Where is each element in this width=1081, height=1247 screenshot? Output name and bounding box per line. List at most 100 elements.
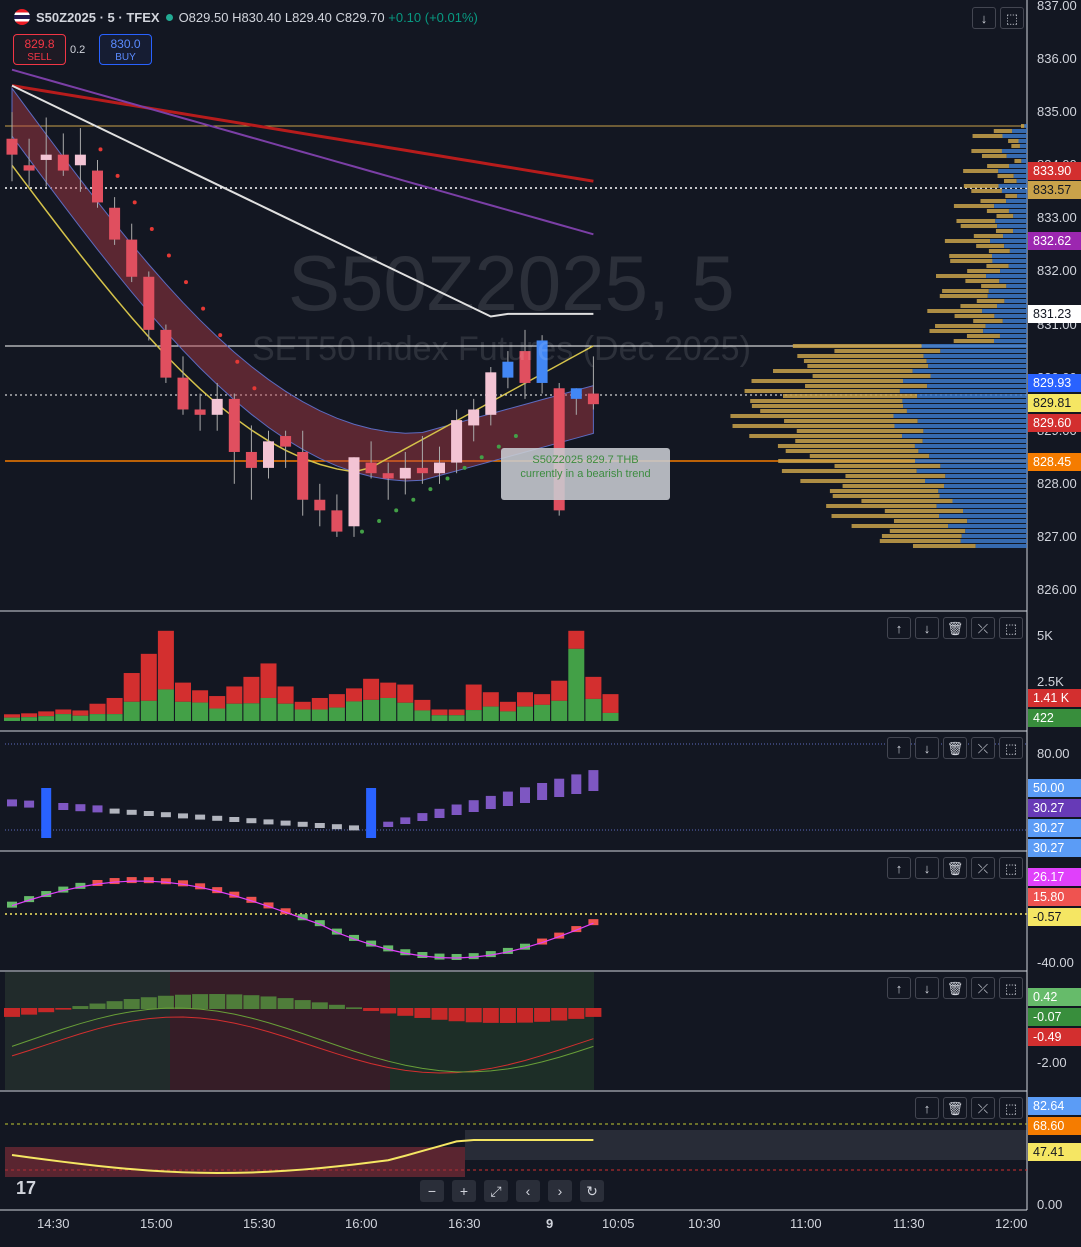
trash-icon[interactable]: 🗑 (943, 617, 967, 639)
pane5-bar (140, 997, 157, 1009)
pane3-bar (451, 804, 462, 815)
pane5-bar (89, 1003, 106, 1009)
candle-body (40, 154, 52, 160)
pane5-region (5, 972, 170, 1090)
sell-price: 829.8 (24, 37, 55, 51)
volume-bar-buy (192, 702, 209, 721)
pane3-bar (126, 809, 137, 815)
tradingview-logo[interactable]: 17 (16, 1178, 36, 1199)
trash-icon[interactable]: 🗑 (943, 977, 967, 999)
volume-profile-bar (778, 459, 916, 463)
volume-profile-bar (960, 539, 1027, 543)
maximize-icon[interactable]: ⬚ (999, 737, 1023, 759)
chevron-left-icon[interactable]: ‹ (516, 1180, 540, 1202)
expand-icon[interactable]: ⤢ (484, 1180, 508, 1202)
minus-icon[interactable]: − (420, 1180, 444, 1202)
time-tick: 16:00 (345, 1216, 378, 1231)
trail-dot (184, 280, 188, 285)
candle-body (263, 441, 274, 468)
volume-profile-bar (991, 254, 1027, 258)
volume-profile-bar (917, 419, 1027, 423)
volume-profile-bar (939, 494, 1027, 498)
arrow-down-icon[interactable]: ↓ (915, 857, 939, 879)
volume-bar-buy (4, 717, 20, 721)
sell-label: SELL (27, 52, 52, 63)
volume-profile-bar (792, 344, 922, 348)
volume-profile-bar (986, 264, 1009, 268)
maximize-icon[interactable]: ⬚ (1000, 7, 1024, 29)
maximize-icon[interactable]: ⬚ (999, 857, 1023, 879)
volume-profile-bar (998, 169, 1027, 173)
chevron-right-icon[interactable]: › (548, 1180, 572, 1202)
candle-body (6, 138, 18, 155)
volume-profile-bar (1016, 179, 1027, 183)
volume-profile-bar (936, 274, 987, 278)
arrow-up-icon[interactable]: ↑ (887, 857, 911, 879)
pane3-bar (417, 813, 428, 821)
volume-bar-sell (380, 682, 397, 698)
volume-profile-bar (940, 349, 1027, 353)
collapse-icon[interactable]: ⤫ (971, 1097, 995, 1119)
collapse-icon[interactable]: ⤫ (971, 617, 995, 639)
maximize-icon[interactable]: ⬚ (999, 977, 1023, 999)
pane4-bar (160, 878, 171, 885)
volume-bar-sell (448, 709, 465, 716)
arrow-down-icon[interactable]: ↓ (915, 737, 939, 759)
pane5-bar (106, 1001, 123, 1009)
volume-profile-bar (1008, 139, 1019, 143)
maximize-icon[interactable]: ⬚ (999, 1097, 1023, 1119)
pane3-bar (349, 825, 359, 831)
volume-profile-bar (960, 304, 998, 308)
volume-profile-bar (1019, 144, 1027, 148)
volume-profile-bar (902, 399, 1027, 403)
volume-bar-sell (346, 688, 362, 702)
volume-profile-bar (807, 364, 929, 368)
volume-profile-bar (994, 314, 1027, 318)
collapse-icon[interactable]: ⤫ (971, 857, 995, 879)
price-tick: 832.00 (1037, 263, 1077, 279)
symbol-title[interactable]: S50Z2025 · 5 · TFEX (36, 10, 160, 25)
trash-icon[interactable]: 🗑 (943, 1097, 967, 1119)
pane3-bar (24, 800, 35, 808)
volume-profile-bar (797, 354, 924, 358)
collapse-icon[interactable]: ⤫ (971, 737, 995, 759)
high-value: H830.40 (232, 9, 282, 25)
volume-profile-bar (732, 424, 895, 428)
trash-icon[interactable]: 🗑 (943, 737, 967, 759)
arrow-up-icon[interactable]: ↑ (887, 977, 911, 999)
plus-icon[interactable]: + (452, 1180, 476, 1202)
arrow-up-icon[interactable]: ↑ (887, 617, 911, 639)
buy-button[interactable]: 830.0 BUY (99, 34, 152, 65)
candle-body (109, 207, 121, 240)
arrow-down-icon[interactable]: ↓ (972, 7, 996, 29)
volume-bar-buy (534, 704, 551, 721)
price-label: 833.90 (1028, 162, 1081, 180)
volume-profile-bar (993, 129, 1013, 133)
arrow-down-icon[interactable]: ↓ (915, 617, 939, 639)
volume-profile-bar (1024, 124, 1027, 128)
sell-button[interactable]: 829.8 SELL (13, 34, 66, 65)
maximize-icon[interactable]: ⬚ (999, 617, 1023, 639)
reset-icon[interactable]: ↻ (580, 1180, 604, 1202)
trash-icon[interactable]: 🗑 (943, 857, 967, 879)
volume-profile-bar (952, 499, 1027, 503)
volume-bar-sell (72, 710, 89, 716)
pane3-bar (314, 823, 325, 828)
arrow-up-icon[interactable]: ↑ (915, 1097, 939, 1119)
arrow-down-icon[interactable]: ↓ (915, 977, 939, 999)
volume-profile-bar (1011, 144, 1020, 148)
change-value: +0.10 (+0.01%) (388, 9, 478, 25)
volume-profile-bar (861, 499, 953, 503)
volume-bar-sell (140, 653, 157, 701)
thailand-flag-icon (14, 9, 30, 25)
volume-profile-bar (834, 464, 941, 468)
collapse-icon[interactable]: ⤫ (971, 977, 995, 999)
volume-profile-bar (948, 524, 1027, 528)
candle-body (245, 451, 257, 468)
volume-bar-sell (551, 680, 568, 701)
pane3-label: 50.00 (1028, 779, 1081, 797)
arrow-up-icon[interactable]: ↑ (887, 737, 911, 759)
volume-profile-bar (994, 339, 1027, 343)
main-pane-toolbar: ↓ ⬚ (972, 7, 1024, 29)
pane3-bar (143, 811, 154, 816)
